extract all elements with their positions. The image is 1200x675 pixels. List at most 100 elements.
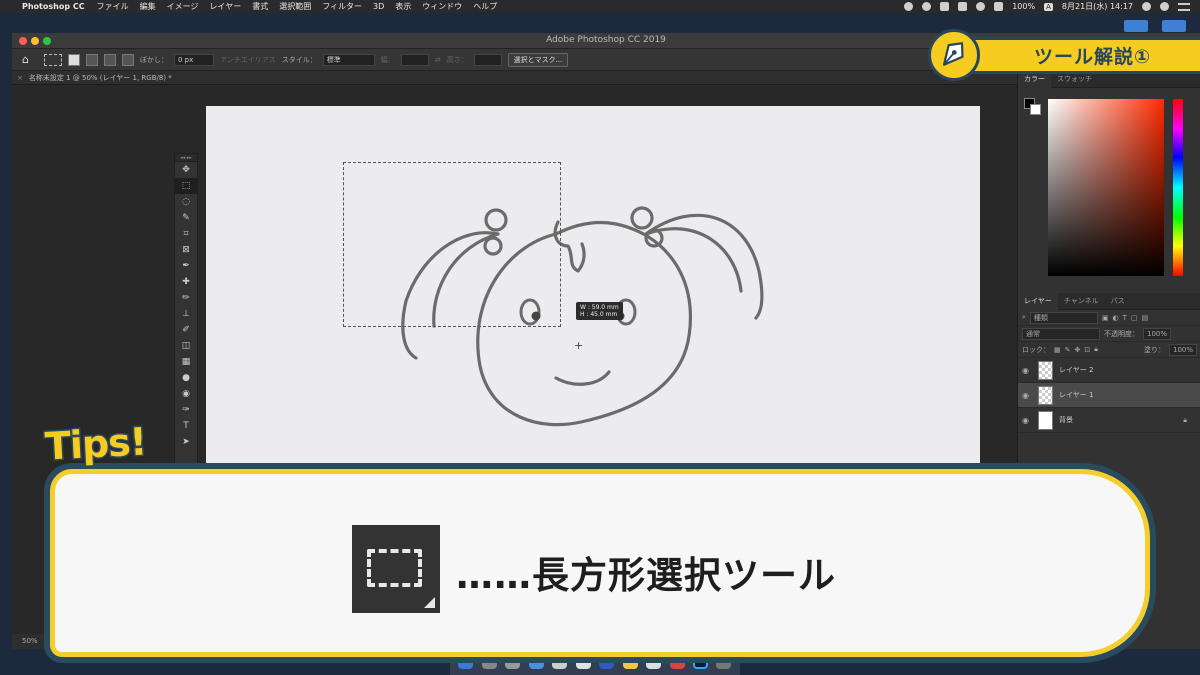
- menu-select[interactable]: 選択範囲: [279, 1, 311, 12]
- menubar-app-name[interactable]: Photoshop CC: [22, 2, 85, 11]
- opacity-input[interactable]: 100%: [1143, 327, 1172, 340]
- menu-window[interactable]: ウィンドウ: [422, 1, 462, 12]
- document-tab[interactable]: × 名称未設定 1 @ 50% (レイヤー 1, RGB/8) *: [12, 71, 1017, 85]
- blend-mode-select[interactable]: 通常: [1022, 327, 1100, 340]
- quick-select-icon[interactable]: ✎: [175, 210, 197, 226]
- fg-bg-swatch[interactable]: [1024, 98, 1042, 116]
- brush-icon[interactable]: ✏: [175, 290, 197, 306]
- color-picker-field[interactable]: [1048, 99, 1164, 276]
- lock-position-icon[interactable]: ✥: [1075, 346, 1081, 354]
- history-brush-icon[interactable]: ✐: [175, 322, 197, 338]
- menu-layer[interactable]: レイヤー: [209, 1, 241, 12]
- menu-file[interactable]: ファイル: [97, 1, 129, 12]
- volume-icon[interactable]: [994, 2, 1004, 11]
- hue-slider[interactable]: [1173, 99, 1183, 276]
- menu-image[interactable]: イメージ: [167, 1, 199, 12]
- document-tab-title: 名称未設定 1 @ 50% (レイヤー 1, RGB/8) *: [28, 74, 172, 82]
- marquee-preset-icon[interactable]: [44, 53, 62, 66]
- feather-input[interactable]: 0 px: [174, 53, 214, 66]
- display-icon[interactable]: [940, 2, 950, 11]
- tab-paths[interactable]: パス: [1105, 293, 1131, 310]
- notification-center-icon[interactable]: [1178, 2, 1190, 11]
- gradient-icon[interactable]: ▦: [175, 354, 197, 370]
- type-icon[interactable]: T: [175, 418, 197, 434]
- skype-icon[interactable]: [922, 2, 932, 11]
- menu-view[interactable]: 表示: [395, 1, 411, 12]
- menubar: Photoshop CC ファイル 編集 イメージ レイヤー 書式 選択範囲 フ…: [0, 0, 1200, 13]
- subtract-selection-icon[interactable]: [104, 53, 116, 66]
- title-badge: ツール解説①: [925, 28, 1200, 82]
- layer-row[interactable]: ◉ レイヤー 1: [1018, 383, 1200, 408]
- new-selection-icon[interactable]: [68, 53, 80, 66]
- tab-channels[interactable]: チャンネル: [1058, 293, 1105, 310]
- crop-icon[interactable]: ⌗: [175, 226, 197, 242]
- menu-edit[interactable]: 編集: [140, 1, 156, 12]
- path-select-icon[interactable]: ➤: [175, 434, 197, 450]
- antialias-checkbox[interactable]: アンチエイリアス: [220, 55, 276, 65]
- filter-type-icon[interactable]: T: [1123, 314, 1127, 322]
- lock-transparent-icon[interactable]: ▦: [1054, 346, 1061, 354]
- selection-size-tooltip: W : 59.0 mm H : 45.0 mm: [576, 302, 623, 320]
- layer-row[interactable]: ◉ 背景 🔒︎: [1018, 408, 1200, 433]
- wifi-icon[interactable]: [976, 2, 986, 11]
- height-input[interactable]: [473, 53, 502, 66]
- layer-thumbnail: [1038, 360, 1053, 380]
- siri-icon[interactable]: [1160, 2, 1169, 11]
- move-icon[interactable]: ✥: [175, 162, 197, 178]
- filter-shape-icon[interactable]: ▢: [1131, 314, 1138, 322]
- tips-label: Tips!: [42, 418, 148, 470]
- home-icon[interactable]: ⌂: [22, 53, 38, 66]
- eye-icon[interactable]: ◉: [1022, 366, 1034, 375]
- rectangular-selection[interactable]: [343, 162, 561, 327]
- menu-type[interactable]: 書式: [252, 1, 268, 12]
- layers-panel-tabs: レイヤー チャンネル パス: [1018, 292, 1200, 310]
- tab-layers[interactable]: レイヤー: [1018, 292, 1058, 310]
- healing-icon[interactable]: ✚: [175, 274, 197, 290]
- eye-icon[interactable]: ◉: [1022, 391, 1034, 400]
- layer-row[interactable]: ◉ レイヤー 2: [1018, 358, 1200, 383]
- airplay-icon[interactable]: [958, 2, 968, 11]
- background-color[interactable]: [1030, 104, 1041, 115]
- select-and-mask-button[interactable]: 選択とマスク...: [507, 52, 569, 67]
- intersect-selection-icon[interactable]: [122, 53, 134, 66]
- width-input[interactable]: [400, 53, 429, 66]
- menu-help[interactable]: ヘルプ: [473, 1, 497, 12]
- lasso-icon[interactable]: ◌: [175, 194, 197, 210]
- filter-smart-icon[interactable]: ▤: [1142, 314, 1149, 322]
- battery-level[interactable]: 100%: [1012, 2, 1035, 11]
- menu-3d[interactable]: 3D: [373, 2, 384, 11]
- style-select[interactable]: 標準: [322, 53, 375, 66]
- submenu-triangle-icon: [424, 597, 435, 608]
- blur-icon[interactable]: ●: [175, 370, 197, 386]
- lock-row: ロック： ▦ ✎ ✥ ⊡ 🔒︎ 塗り： 100%: [1018, 342, 1200, 358]
- eyedropper-icon[interactable]: ✒: [175, 258, 197, 274]
- tools-panel-grip[interactable]: ◂◂ ▸▸: [175, 154, 197, 162]
- lock-image-icon[interactable]: ✎: [1065, 346, 1071, 354]
- lock-artboard-icon[interactable]: ⊡: [1084, 346, 1090, 354]
- marquee-dashes: [367, 549, 422, 587]
- search-icon: ⌕: [1022, 313, 1026, 321]
- marquee-icon[interactable]: ⬚: [175, 178, 197, 194]
- filter-adjust-icon[interactable]: ◐: [1113, 314, 1119, 322]
- swap-icon[interactable]: ⇄: [435, 56, 441, 64]
- eye-icon[interactable]: ◉: [1022, 416, 1034, 425]
- spotlight-icon[interactable]: [1142, 2, 1151, 11]
- layer-filter-select[interactable]: 種類: [1029, 311, 1098, 324]
- pen-icon[interactable]: ✑: [175, 402, 197, 418]
- filter-pixel-icon[interactable]: ▣: [1102, 314, 1109, 322]
- menubar-datetime[interactable]: 8月21日(水) 14:17: [1062, 1, 1133, 12]
- menu-filter[interactable]: フィルター: [322, 1, 362, 12]
- eraser-icon[interactable]: ◫: [175, 338, 197, 354]
- dodge-icon[interactable]: ◉: [175, 386, 197, 402]
- zoom-level[interactable]: 50%: [22, 637, 38, 645]
- stamp-icon[interactable]: ⊥: [175, 306, 197, 322]
- cc-icon[interactable]: [904, 2, 914, 11]
- layer-name: レイヤー 1: [1059, 391, 1094, 399]
- add-selection-icon[interactable]: [86, 53, 98, 66]
- lock-all-icon[interactable]: 🔒︎: [1094, 345, 1098, 354]
- close-tab-icon[interactable]: ×: [17, 74, 23, 82]
- selection-height: H : 45.0 mm: [580, 311, 618, 318]
- fill-input[interactable]: 100%: [1168, 343, 1197, 356]
- input-mode-icon[interactable]: A: [1044, 2, 1053, 11]
- frame-icon[interactable]: ⊠: [175, 242, 197, 258]
